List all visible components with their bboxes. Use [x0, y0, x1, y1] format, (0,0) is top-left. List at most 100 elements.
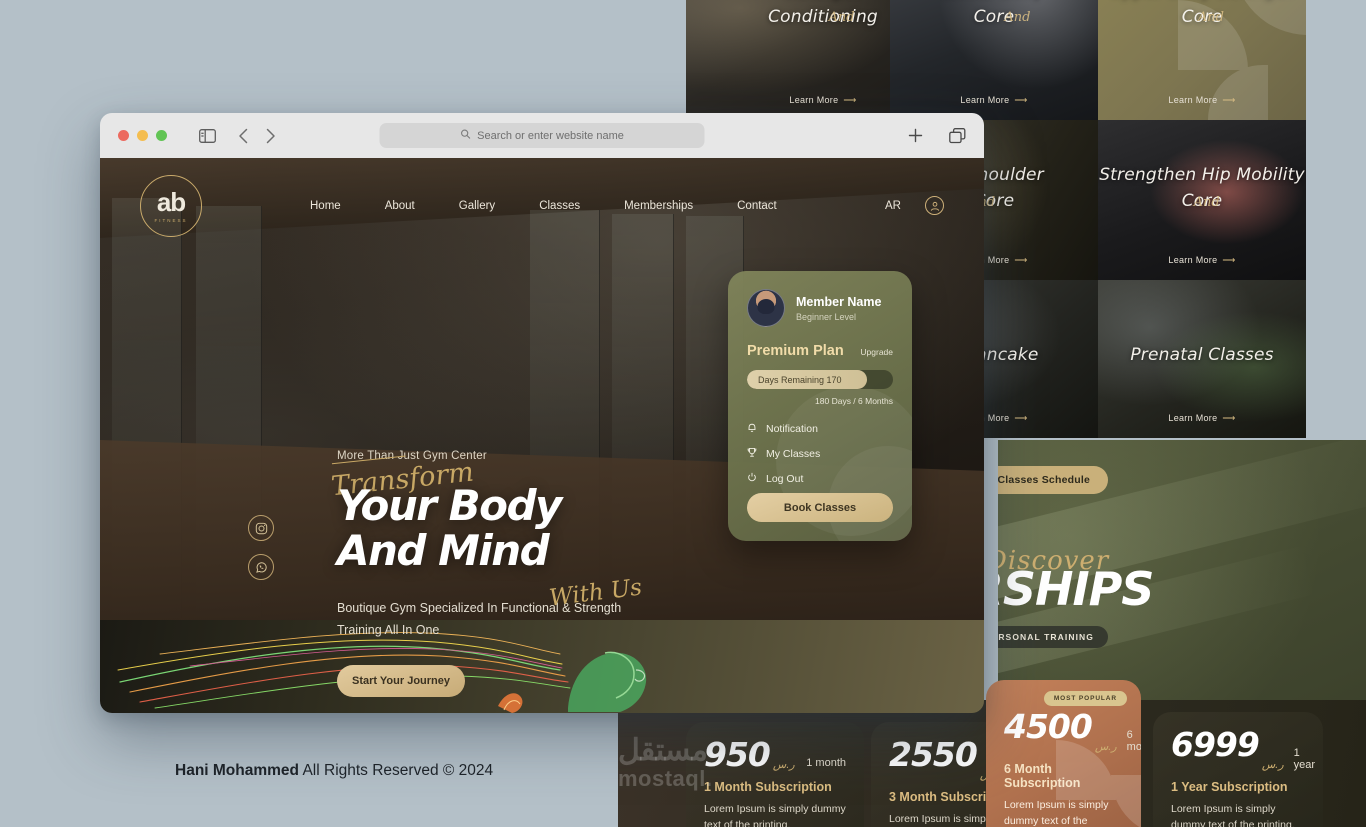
forward-arrow-icon[interactable] [265, 128, 276, 144]
browser-window: Search or enter website name ab FITNESS … [100, 113, 984, 713]
price-term: 1 year [1293, 747, 1316, 771]
instagram-icon[interactable] [248, 515, 274, 541]
classes-schedule-button[interactable]: Classes Schedule [998, 466, 1108, 494]
hero-content: More Than Just Gym Center Transform With… [330, 450, 667, 697]
progress-fill: Days Remaining 170 [747, 370, 867, 389]
class-card[interactable]: Upper Body Strength Core And Learn More⟶ [1098, 0, 1306, 120]
minimize-window-button[interactable] [137, 130, 148, 141]
address-search-bar[interactable]: Search or enter website name [379, 123, 705, 148]
primary-navigation: Home About Gallery Classes Memberships C… [310, 200, 777, 212]
plan-title: Premium Plan [747, 343, 844, 359]
arrow-right-icon: ⟶ [1014, 413, 1028, 423]
address-bar-placeholder: Search or enter website name [477, 129, 624, 142]
nav-item-classes[interactable]: Classes [539, 200, 580, 212]
language-switch-ar[interactable]: AR [885, 200, 901, 212]
bell-icon [747, 422, 757, 436]
website-viewport: ab FITNESS Home About Gallery Classes Me… [100, 158, 984, 713]
pricing-section: 950 ر.س 1 month 1 Month Subscription Lor… [618, 680, 1366, 827]
class-card-title: Strengthen Hip Mobility Core [1099, 165, 1305, 212]
plan-name: 1 Year Subscription [1171, 780, 1288, 794]
arrow-right-icon: ⟶ [1222, 255, 1236, 265]
most-popular-badge: MOST POPULAR [1043, 691, 1127, 706]
personal-training-badge[interactable]: PERSONAL TRAINING [998, 626, 1108, 648]
subscription-duration: 180 Days / 6 Months [815, 396, 893, 406]
start-your-journey-button[interactable]: Start Your Journey [337, 664, 465, 697]
plan-description: Lorem Ipsum is simply dummy text of the … [1171, 803, 1295, 827]
plan-name: 6 Month Subscription [1004, 762, 1081, 790]
price-currency: ر.س [1094, 741, 1117, 753]
price-currency: ر.س [772, 759, 795, 771]
upgrade-link[interactable]: Upgrade [860, 347, 893, 357]
window-controls[interactable] [118, 130, 167, 141]
sidebar-icon[interactable] [199, 128, 216, 143]
learn-more-link[interactable]: Learn More ⟶ [1168, 95, 1235, 106]
price-amount: 950 [704, 735, 771, 774]
back-arrow-icon[interactable] [238, 128, 249, 144]
book-classes-button[interactable]: Book Classes [747, 493, 893, 522]
class-card-title: Lower Body Core [943, 0, 1044, 28]
nav-item-home[interactable]: Home [310, 200, 341, 212]
price-currency: ر.س [1261, 759, 1284, 771]
account-icon[interactable] [925, 196, 944, 215]
plan-name: 1 Month Subscription [704, 780, 832, 794]
nav-item-contact[interactable]: Contact [737, 200, 777, 212]
pricing-card[interactable]: 6999 ر.س 1 year 1 Year Subscription Lore… [1153, 712, 1323, 827]
plan-description: Lorem Ipsum is simply dummy text of the … [1004, 799, 1109, 827]
site-logo[interactable]: ab FITNESS [140, 174, 202, 237]
memberships-title: ERSHIPS [998, 562, 1154, 616]
social-links-rail [248, 515, 274, 580]
logo-subtitle: FITNESS [154, 217, 188, 223]
menu-item-notification[interactable]: Notification [747, 422, 893, 436]
hero-headline-line2: And Mind [337, 525, 550, 575]
progress-label: Days Remaining 170 [758, 374, 842, 385]
search-icon [460, 129, 470, 142]
learn-more-link[interactable]: Learn More ⟶ [960, 95, 1027, 106]
arrow-right-icon: ⟶ [1014, 255, 1028, 265]
browser-toolbar: Search or enter website name [100, 113, 984, 158]
learn-more-link[interactable]: Learn More ⟶ [1168, 413, 1235, 424]
avatar [747, 289, 785, 327]
pricing-card[interactable]: 950 ر.س 1 month 1 Month Subscription Lor… [686, 722, 864, 827]
trophy-icon [747, 447, 757, 461]
price-amount: 6999 [1171, 725, 1260, 764]
learn-more-link[interactable]: Learn More ⟶ [1168, 255, 1235, 266]
nav-item-memberships[interactable]: Memberships [624, 200, 693, 212]
menu-item-log-out[interactable]: Log Out [747, 472, 893, 486]
arrow-right-icon: ⟶ [1222, 95, 1236, 105]
class-card-title: Upper Body Strength Core [1111, 0, 1294, 28]
member-level: Beginner Level [796, 311, 857, 322]
days-remaining-progress: Days Remaining 170 [747, 370, 893, 389]
learn-more-link[interactable]: Learn More ⟶ [789, 95, 856, 106]
menu-item-my-classes[interactable]: My Classes [747, 447, 893, 461]
member-name: Member Name [796, 294, 882, 309]
tab-overview-icon[interactable] [949, 127, 966, 144]
price-term: 1 month [806, 757, 846, 769]
hero-eyebrow: More Than Just Gym Center [337, 450, 487, 462]
price-amount: 4500 [1004, 707, 1093, 746]
class-card-title: Strength Conditioning [768, 0, 878, 28]
class-card[interactable]: Lower Body Core And Learn More⟶ [890, 0, 1098, 120]
plan-description: Lorem Ipsum is simply dummy text of the … [704, 803, 846, 827]
plus-icon[interactable] [908, 128, 923, 143]
site-navbar: ab FITNESS Home About Gallery Classes Me… [100, 158, 984, 253]
hero-headline-line1: Your Body [337, 481, 562, 530]
arrow-right-icon: ⟶ [1222, 413, 1236, 423]
nav-item-about[interactable]: About [385, 200, 415, 212]
power-icon [747, 472, 757, 486]
rights-text: All Rights Reserved © 2024 [299, 762, 494, 779]
close-window-button[interactable] [118, 130, 129, 141]
logo-mark: ab [156, 186, 186, 217]
footer-credit: Hani Mohammed All Rights Reserved © 2024 [175, 762, 493, 780]
nav-item-gallery[interactable]: Gallery [459, 200, 495, 212]
whatsapp-icon[interactable] [248, 554, 274, 580]
hero-headline: Your Body And Mind [337, 481, 667, 575]
class-card[interactable]: Prenatal Classes Learn More ⟶ [1098, 280, 1306, 438]
pricing-card-featured[interactable]: MOST POPULAR 4500 ر.س 6 month 6 Month Su… [986, 680, 1141, 827]
member-account-card: Member Name Beginner Level Premium Plan … [728, 271, 912, 541]
arrow-right-icon: ⟶ [843, 95, 857, 105]
maximize-window-button[interactable] [156, 130, 167, 141]
arrow-right-icon: ⟶ [1014, 95, 1028, 105]
price-term: 6 month [1126, 729, 1141, 753]
price-amount: 2550 [889, 735, 978, 774]
class-card[interactable]: Strengthen Hip Mobility Core And Learn M… [1098, 120, 1306, 280]
